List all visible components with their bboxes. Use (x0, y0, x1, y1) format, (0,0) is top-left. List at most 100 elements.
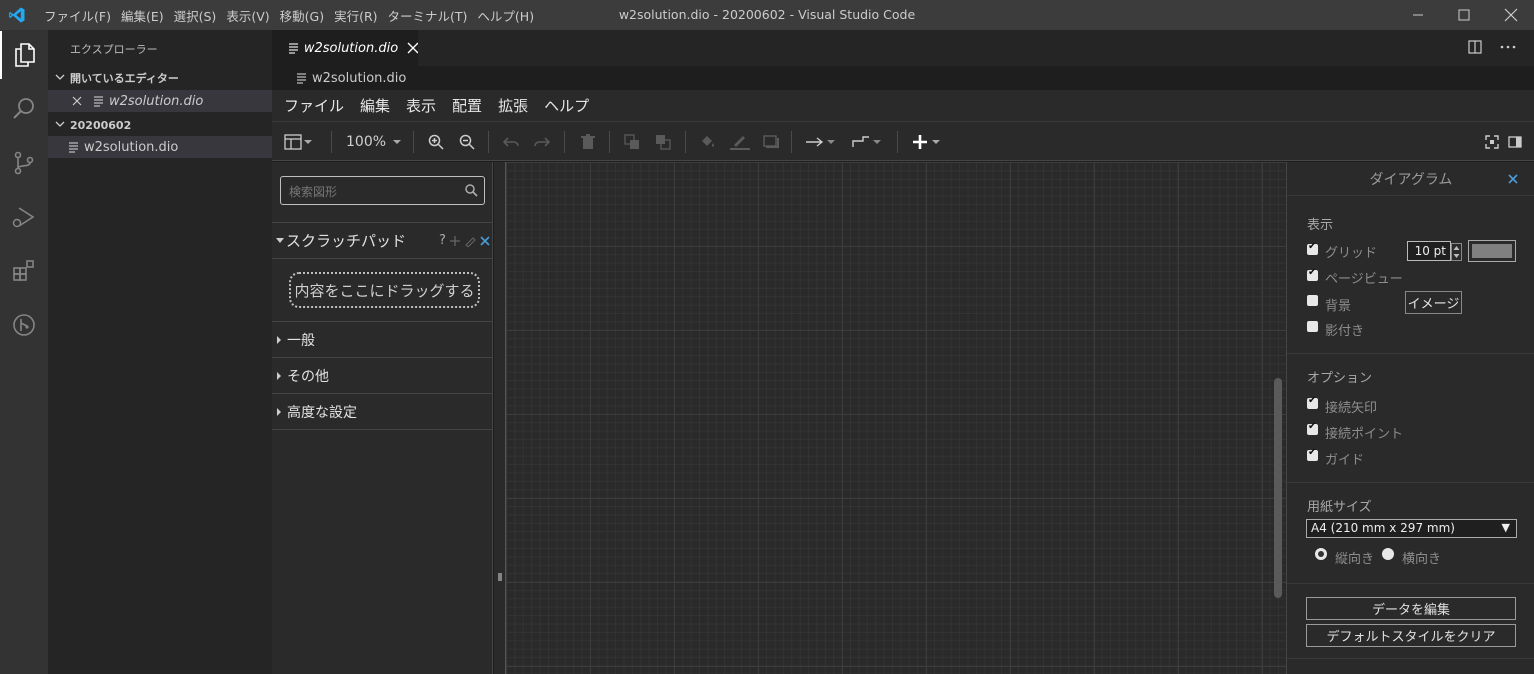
landscape-radio[interactable] (1382, 548, 1394, 560)
paper-size-value: A4 (210 mm x 297 mm) (1311, 521, 1455, 535)
scratchpad-dropzone[interactable]: 内容をここにドラッグする (289, 272, 480, 308)
folder-section[interactable]: 20200602 (48, 114, 272, 136)
connection-style-dropdown[interactable] (805, 132, 837, 152)
source-control-activity[interactable] (0, 139, 48, 187)
edit-data-button[interactable]: データを編集 (1306, 597, 1516, 620)
drawio-menu-arrange[interactable]: 配置 (452, 95, 482, 116)
portrait-label: 縦向き (1335, 552, 1375, 567)
drawio-menu-extras[interactable]: 拡張 (498, 95, 528, 116)
dropdown-arrow-icon: ▼ (1501, 521, 1510, 534)
menu-selection[interactable]: 選択(S) (174, 6, 217, 25)
folder-filename: w2solution.dio (84, 139, 179, 155)
section-general[interactable]: 一般 (272, 321, 493, 357)
section-misc[interactable]: その他 (272, 357, 493, 393)
menu-view[interactable]: 表示(V) (226, 6, 269, 25)
close-editor-icon[interactable] (71, 95, 83, 107)
zoom-out-button[interactable] (459, 132, 475, 152)
menu-edit[interactable]: 編集(E) (121, 6, 164, 25)
grid-size-input[interactable]: 10 pt (1407, 241, 1451, 261)
search-activity[interactable] (0, 85, 48, 133)
layout-icon (284, 134, 302, 150)
help-icon[interactable]: ? (439, 233, 446, 248)
connection-arrows-checkbox[interactable] (1307, 395, 1318, 409)
diagram-canvas[interactable] (494, 162, 1286, 674)
search-shapes-input[interactable]: 検索図形 (280, 176, 485, 205)
extensions-activity[interactable] (0, 247, 48, 295)
extensions-icon (13, 260, 34, 281)
grid-color-button[interactable] (1468, 240, 1516, 262)
menu-file[interactable]: ファイル(F) (44, 6, 111, 25)
close-tab-icon[interactable] (407, 42, 418, 54)
connection-points-checkbox[interactable] (1307, 421, 1318, 435)
more-actions-icon[interactable] (1500, 40, 1516, 54)
folder-file-item[interactable]: w2solution.dio (48, 136, 272, 158)
drawio-menu-view[interactable]: 表示 (406, 95, 436, 116)
tab-w2solution[interactable]: w2solution.dio (272, 30, 418, 66)
shadow-checkbox[interactable] (1307, 321, 1318, 332)
guides-checkbox[interactable] (1307, 447, 1318, 461)
zoom-in-icon (428, 134, 444, 150)
split-editor-icon[interactable] (1468, 40, 1482, 54)
menu-run[interactable]: 実行(R) (334, 6, 377, 25)
explorer-activity[interactable] (0, 31, 48, 79)
line-color-button[interactable] (730, 132, 750, 152)
redo-button[interactable] (534, 132, 550, 152)
clear-default-style-label: デフォルトスタイルをクリア (1326, 630, 1496, 645)
explorer-sidebar: エクスプローラー 開いているエディター w2solution.dio 20200… (48, 30, 272, 674)
close-icon[interactable] (479, 235, 491, 247)
drawio-menu-edit[interactable]: 編集 (360, 95, 390, 116)
menu-help[interactable]: ヘルプ(H) (477, 6, 534, 25)
menu-bar: ファイル(F) 編集(E) 選択(S) 表示(V) 移動(G) 実行(R) ター… (44, 0, 544, 30)
fill-color-button[interactable] (699, 132, 717, 152)
waypoints-dropdown[interactable] (851, 132, 883, 152)
panel-resize-handle[interactable] (494, 162, 506, 674)
paper-size-label: 用紙サイズ (1307, 500, 1372, 515)
file-icon (94, 96, 103, 107)
open-editors-section[interactable]: 開いているエディター (48, 67, 272, 89)
grid-size-stepper[interactable] (1451, 243, 1462, 261)
vertical-scrollbar[interactable] (1274, 378, 1282, 598)
format-panel-toggle[interactable] (284, 132, 314, 152)
section-advanced[interactable]: 高度な設定 (272, 393, 493, 429)
close-window-button[interactable] (1488, 0, 1534, 30)
run-debug-activity[interactable] (0, 193, 48, 241)
breadcrumb-file[interactable]: w2solution.dio (312, 71, 406, 86)
zoom-in-button[interactable] (428, 132, 444, 152)
add-icon[interactable] (449, 235, 461, 247)
grid-checkbox[interactable] (1307, 241, 1318, 255)
to-back-icon (656, 135, 671, 150)
edit-icon[interactable] (464, 235, 476, 247)
page-view-checkbox[interactable] (1307, 267, 1318, 281)
minimize-button[interactable] (1395, 0, 1441, 30)
toggle-format-panel-button[interactable] (1508, 132, 1522, 152)
delete-button[interactable] (580, 132, 596, 152)
fullscreen-icon (1485, 135, 1499, 149)
stepper-arrows-icon (1453, 246, 1460, 258)
clear-default-style-button[interactable]: デフォルトスタイルをクリア (1306, 624, 1516, 647)
to-front-button[interactable] (624, 132, 640, 152)
portrait-radio[interactable] (1315, 548, 1327, 560)
zoom-dropdown[interactable]: 100% (346, 132, 404, 152)
background-checkbox[interactable] (1307, 295, 1318, 306)
open-editor-item[interactable]: w2solution.dio (48, 90, 272, 112)
shadow-button[interactable] (763, 132, 779, 152)
dropdown-arrow-icon (393, 140, 402, 144)
git-graph-activity[interactable] (0, 301, 48, 349)
paper-size-select[interactable]: A4 (210 mm x 297 mm) ▼ (1306, 519, 1517, 538)
background-image-button[interactable]: イメージ (1405, 291, 1462, 314)
to-back-button[interactable] (655, 132, 671, 152)
redo-icon (534, 137, 550, 147)
undo-button[interactable] (503, 132, 519, 152)
menu-go[interactable]: 移動(G) (280, 6, 324, 25)
drawio-menu-help[interactable]: ヘルプ (544, 95, 589, 116)
fullscreen-button[interactable] (1485, 132, 1499, 152)
search-placeholder: 検索図形 (289, 185, 338, 199)
dropdown-arrow-icon (304, 140, 312, 144)
menu-terminal[interactable]: ターミナル(T) (388, 6, 468, 25)
scratchpad-section[interactable]: スクラッチパッド ? (272, 222, 493, 258)
drawio-menu-file[interactable]: ファイル (284, 95, 344, 116)
triangle-right-icon (277, 371, 281, 380)
maximize-button[interactable] (1441, 0, 1487, 30)
close-icon[interactable] (1507, 173, 1519, 185)
insert-dropdown[interactable] (912, 132, 942, 152)
